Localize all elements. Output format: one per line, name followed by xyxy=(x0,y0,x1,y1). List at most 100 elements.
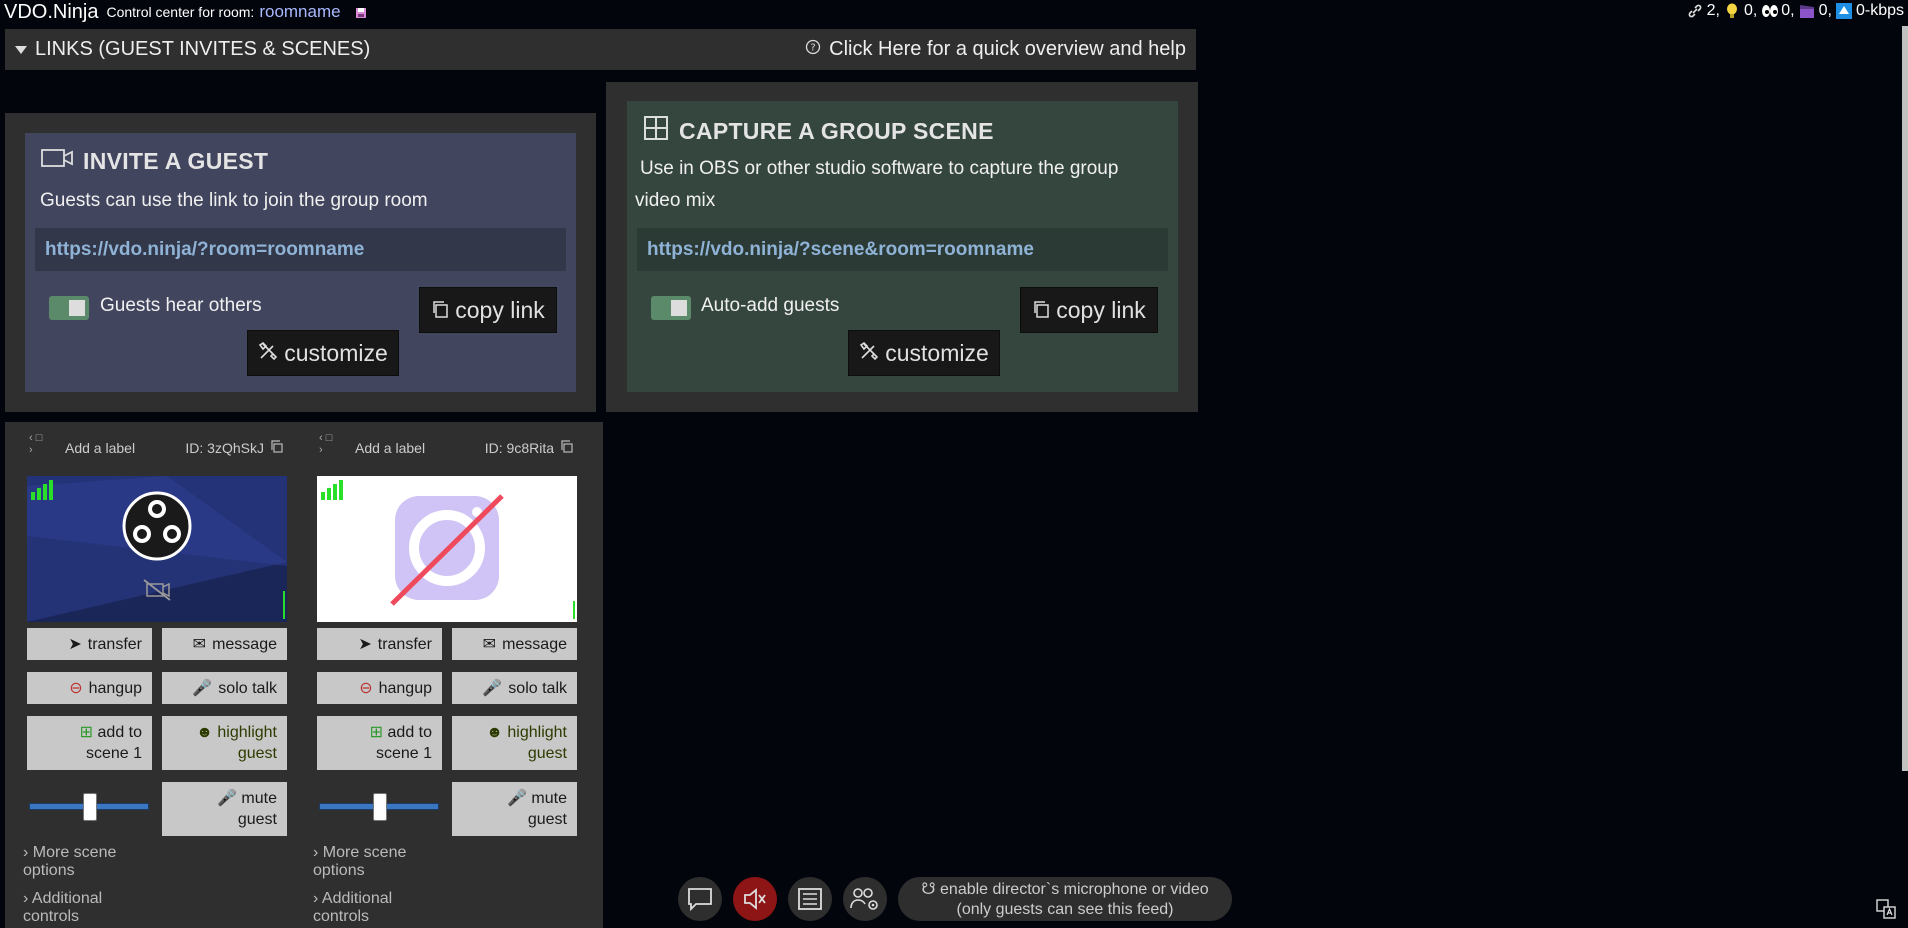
top-bar: VDO.Ninja Control center for room: roomn… xyxy=(0,0,1908,24)
invite-guest-card: INVITE A GUEST Guests can use the link t… xyxy=(25,133,576,392)
envelope-icon: ✉ xyxy=(482,635,497,653)
page-scrollbar[interactable] xyxy=(1902,26,1908,771)
translate-icon[interactable] xyxy=(1876,899,1896,924)
invite-link[interactable]: https://vdo.ninja/?room=roomname xyxy=(35,228,566,271)
chat-circle[interactable] xyxy=(678,877,722,921)
guest-label-input[interactable]: Add a label xyxy=(65,440,135,456)
invite-copy-link-button[interactable]: copy link xyxy=(419,287,557,333)
scene-customize-button[interactable]: customize xyxy=(848,330,1000,376)
more-scene-options-toggle[interactable]: › More scene options xyxy=(313,844,406,880)
highlight-label-2: guest xyxy=(527,745,567,762)
additional-text: Additional xyxy=(31,890,103,907)
save-icon[interactable] xyxy=(355,6,367,18)
mute-guest-button[interactable]: 🎤 mute guest xyxy=(452,782,577,836)
copy-link-label: copy link xyxy=(1056,296,1146,323)
solo-talk-button[interactable]: 🎤 solo talk xyxy=(162,672,287,704)
add-scene-label-1: add to xyxy=(97,724,142,741)
additional-controls-toggle[interactable]: › Additional controls xyxy=(313,890,392,926)
copy-id-icon[interactable] xyxy=(270,440,283,456)
capture-scene-card: CAPTURE A GROUP SCENE Use in OBS or othe… xyxy=(627,101,1178,392)
highlight-guest-button[interactable]: ☻ highlight guest xyxy=(452,716,577,770)
obs-preview xyxy=(27,476,287,622)
hangup-button[interactable]: ⊖ hangup xyxy=(317,672,442,704)
bulbs-count: 0, xyxy=(1743,2,1758,19)
scene-copy-link-button[interactable]: copy link xyxy=(1020,287,1158,333)
transfer-label: transfer xyxy=(377,635,432,653)
add-to-scene-button[interactable]: ⊞ add to scene 1 xyxy=(27,716,152,770)
solo-talk-button[interactable]: 🎤 solo talk xyxy=(452,672,577,704)
highlight-guest-button[interactable]: ☻ highlight guest xyxy=(162,716,287,770)
more-scene-text-2: options xyxy=(313,862,365,879)
guest-label-input[interactable]: Add a label xyxy=(355,440,425,456)
person-icon: ☻ xyxy=(196,724,213,741)
svg-text:?: ? xyxy=(811,43,816,54)
layout-circle[interactable] xyxy=(788,877,832,921)
guests-hear-others-label: Guests hear others xyxy=(100,295,262,316)
guest-settings-button[interactable] xyxy=(843,877,887,921)
transfer-button[interactable]: ➤ transfer xyxy=(317,628,442,660)
director-line1: enable director`s microphone or video xyxy=(940,881,1209,898)
links-section-header[interactable]: LINKS (GUEST INVITES & SCENES) ? Click H… xyxy=(5,29,1196,70)
volume-knob[interactable] xyxy=(83,793,97,821)
director-line2: (only guests can see this feed) xyxy=(956,901,1174,918)
send-icon: ➤ xyxy=(68,635,82,653)
stats-bar: 2, 0, 0, 0, 0-kbps xyxy=(1687,2,1904,20)
guest-id-text: ID: 3zQhSkJ xyxy=(185,440,264,456)
scene-description: Use in OBS or other studio software to c… xyxy=(635,153,1119,217)
scene-link[interactable]: https://vdo.ninja/?scene&room=roomname xyxy=(637,228,1168,271)
auto-add-guests-toggle[interactable] xyxy=(651,296,691,320)
message-button[interactable]: ✉ message xyxy=(162,628,287,660)
more-scene-options-toggle[interactable]: › More scene options xyxy=(23,844,116,880)
mute-speaker-button[interactable] xyxy=(733,877,777,921)
transfer-button[interactable]: ➤ transfer xyxy=(27,628,152,660)
volume-knob[interactable] xyxy=(373,793,387,821)
reorder-arrows[interactable]: ‹ □ › xyxy=(29,432,42,456)
users-gear-icon xyxy=(850,888,878,910)
guest-header: ‹ □ › Add a label ID: 9c8Rita xyxy=(317,428,583,458)
chat-button[interactable] xyxy=(678,877,722,921)
additional-controls-toggle[interactable]: › Additional controls xyxy=(23,890,102,926)
envelope-icon: ✉ xyxy=(192,635,207,653)
add-to-scene-button[interactable]: ⊞ add to scene 1 xyxy=(317,716,442,770)
grid-icon xyxy=(643,115,669,147)
collapse-triangle-icon xyxy=(15,45,27,54)
link-icon xyxy=(1687,3,1703,19)
help-icon: ? xyxy=(805,38,821,61)
guest-id: ID: 3zQhSkJ xyxy=(185,440,283,456)
hangup-button[interactable]: ⊖ hangup xyxy=(27,672,152,704)
layout-button[interactable] xyxy=(788,877,832,921)
help-link[interactable]: ? Click Here for a quick overview and he… xyxy=(805,38,1186,61)
guest-settings-circle[interactable] xyxy=(843,877,887,921)
hangup-label: hangup xyxy=(88,679,142,697)
copy-id-icon[interactable] xyxy=(560,440,573,456)
layout-icon xyxy=(798,888,822,910)
customize-label: customize xyxy=(885,339,989,366)
more-scene-text: More scene xyxy=(322,844,407,861)
guest-video[interactable] xyxy=(27,476,287,622)
guest-video[interactable] xyxy=(317,476,577,622)
guests-hear-others-toggle[interactable] xyxy=(49,296,89,320)
guest-id-text: ID: 9c8Rita xyxy=(484,440,554,456)
mute-speaker-circle[interactable] xyxy=(733,877,777,921)
send-icon: ➤ xyxy=(358,635,372,653)
brand-logo[interactable]: VDO.Ninja xyxy=(4,1,98,24)
reorder-arrows[interactable]: ‹ □ › xyxy=(319,432,332,456)
copy-icon xyxy=(431,297,449,324)
person-icon: ☻ xyxy=(486,724,503,741)
invite-customize-button[interactable]: customize xyxy=(247,330,399,376)
mute-label-1: mute xyxy=(531,790,567,807)
scene-description-line2: video mix xyxy=(635,190,716,211)
mute-label-2: guest xyxy=(527,811,567,828)
scene-description-line1: Use in OBS or other studio software to c… xyxy=(640,158,1119,179)
solo-talk-label: solo talk xyxy=(218,679,277,697)
no-camera-preview xyxy=(317,476,577,622)
volume-slider[interactable] xyxy=(29,793,151,821)
invite-description: Guests can use the link to join the grou… xyxy=(40,190,428,211)
director-media-button[interactable]: ☋ enable director`s microphone or video … xyxy=(898,877,1232,921)
mute-label-2: guest xyxy=(237,811,277,828)
viewers-count: 0, xyxy=(1781,2,1795,19)
copy-link-label: copy link xyxy=(455,296,545,323)
volume-slider[interactable] xyxy=(319,793,441,821)
mute-guest-button[interactable]: 🎤 mute guest xyxy=(162,782,287,836)
message-button[interactable]: ✉ message xyxy=(452,628,577,660)
